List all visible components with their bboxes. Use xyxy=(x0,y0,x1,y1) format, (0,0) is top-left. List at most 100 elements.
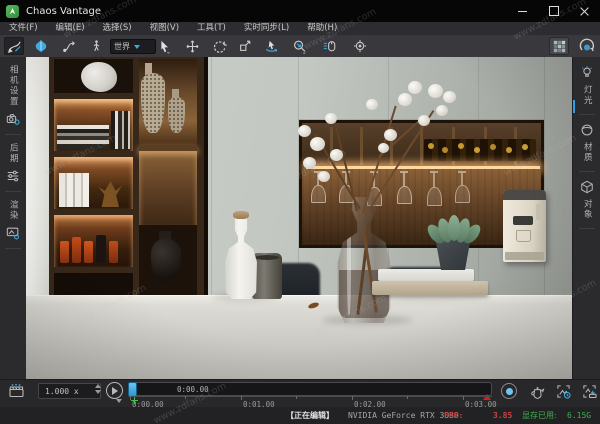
minimize-button[interactable] xyxy=(507,0,538,22)
bottle-cap xyxy=(233,211,249,219)
record-button[interactable] xyxy=(501,383,517,399)
tab-render[interactable]: 渲染 xyxy=(0,192,26,248)
reset-orbit-icon xyxy=(579,38,595,54)
menu-view[interactable]: 视图(V) xyxy=(141,22,188,35)
status-fps-label: FPS: xyxy=(444,407,463,424)
spline-tool-button[interactable] xyxy=(4,37,24,55)
object-cube-icon xyxy=(580,180,594,194)
mouse-icon xyxy=(322,39,337,53)
succulent xyxy=(426,215,482,245)
reset-orbit-button[interactable] xyxy=(577,37,597,55)
menu-tools[interactable]: 工具(T) xyxy=(188,22,235,35)
chevron-down-icon xyxy=(134,45,140,49)
book xyxy=(372,281,488,295)
tab-camera-settings[interactable]: 相机设置 xyxy=(0,57,26,134)
status-gpu: NVIDIA GeForce RTX 3080 xyxy=(348,407,459,424)
material-sphere-icon xyxy=(580,123,594,137)
window-title: Chaos Vantage xyxy=(26,6,101,17)
zoom-lens-button[interactable] xyxy=(289,37,309,55)
book xyxy=(378,269,474,281)
play-icon xyxy=(112,387,118,395)
leaf-icon xyxy=(34,39,48,53)
status-memory-value: 6.15G xyxy=(567,407,591,424)
spline-tool-icon xyxy=(7,39,22,54)
toolbar: 世界 xyxy=(0,35,600,58)
tab-lights[interactable]: 灯光 xyxy=(573,57,600,114)
timeline-bar: 1.000 x 0:00.00 0:00.00 0:01.00 0:02.00 … xyxy=(0,379,600,408)
mouse-speed-button[interactable] xyxy=(319,37,339,55)
menu-select[interactable]: 选择(S) xyxy=(94,22,141,35)
animation-clapper-button[interactable] xyxy=(6,382,26,400)
camera-settings-icon xyxy=(6,112,20,126)
cotton-puff xyxy=(298,125,311,137)
right-panel: 灯光 材质 对象 xyxy=(572,57,600,379)
material-grid-button[interactable] xyxy=(549,37,569,55)
close-icon xyxy=(580,6,590,16)
divider xyxy=(5,248,21,249)
status-bar: 【正在编辑】 NVIDIA GeForce RTX 3080 FPS: 3.85… xyxy=(0,407,600,424)
play-options-chevron[interactable] xyxy=(116,399,122,403)
viewport[interactable] xyxy=(26,57,572,379)
orbit-cursor-icon xyxy=(264,39,279,54)
tab-render-label: 渲染 xyxy=(9,200,18,221)
title-bar: Chaos Vantage xyxy=(0,0,600,22)
app-logo-icon xyxy=(6,5,19,18)
menu-file[interactable]: 文件(F) xyxy=(0,22,47,35)
tab-post-processing[interactable]: 后期 xyxy=(0,135,26,191)
bookshelf xyxy=(49,57,208,297)
menu-help[interactable]: 帮助(H) xyxy=(298,22,346,35)
tab-lights-label: 灯光 xyxy=(583,85,592,106)
cursor-icon xyxy=(157,39,171,54)
close-button[interactable] xyxy=(569,0,600,22)
vray-scene-button[interactable] xyxy=(31,37,51,55)
timeline-playhead[interactable] xyxy=(128,382,137,397)
coffee-machine xyxy=(503,190,546,262)
record-dot-icon xyxy=(506,388,513,395)
motion-path-icon xyxy=(63,39,77,53)
move-icon xyxy=(185,39,200,54)
left-panel: 相机设置 后期 渲染 xyxy=(0,57,27,379)
minimize-icon xyxy=(518,11,527,12)
render-sequence-button[interactable] xyxy=(579,382,599,400)
menu-bar: 文件(F) 编辑(E) 选择(S) 视图(V) 工具(T) 实时同步(L) 帮助… xyxy=(0,22,600,36)
playback-speed-input[interactable]: 1.000 x xyxy=(38,383,101,399)
light-bulb-icon xyxy=(580,65,594,80)
app-window: Chaos Vantage 文件(F) 编辑(E) 选择(S) 视图(V) 工具… xyxy=(0,0,600,424)
snapshot-clock-icon xyxy=(555,384,572,399)
rotate-tool-button[interactable] xyxy=(209,37,229,55)
timeline-track[interactable]: 0:00.00 xyxy=(130,382,492,396)
scale-tool-button[interactable] xyxy=(235,37,255,55)
playback-speed-value: 1.000 x xyxy=(45,387,79,396)
speed-spinner[interactable] xyxy=(95,384,101,394)
focus-target-icon xyxy=(353,39,367,53)
post-sliders-icon xyxy=(6,169,20,183)
render-button[interactable] xyxy=(527,382,547,400)
status-memory-label: 显存已用: xyxy=(522,407,557,424)
focus-target-button[interactable] xyxy=(350,37,370,55)
move-tool-button[interactable] xyxy=(182,37,202,55)
walk-mode-button[interactable] xyxy=(86,37,106,55)
divider xyxy=(579,228,595,229)
menu-livesync[interactable]: 实时同步(L) xyxy=(235,22,298,35)
status-mode: 【正在编辑】 xyxy=(286,407,334,424)
snapshot-button[interactable] xyxy=(553,382,573,400)
menu-edit[interactable]: 编辑(E) xyxy=(47,22,94,35)
play-button[interactable] xyxy=(106,382,123,399)
clapperboard-icon xyxy=(8,383,25,399)
tab-materials-label: 材质 xyxy=(583,142,592,163)
lens-zoom-icon xyxy=(292,39,307,54)
orbit-camera-button[interactable] xyxy=(261,37,281,55)
tab-materials[interactable]: 材质 xyxy=(573,115,600,171)
scale-icon xyxy=(238,39,252,53)
render-gear-icon xyxy=(6,226,20,240)
maximize-button[interactable] xyxy=(538,0,569,22)
select-tool-button[interactable] xyxy=(154,37,174,55)
motion-path-button[interactable] xyxy=(60,37,80,55)
table xyxy=(26,295,572,379)
status-fps-value: 3.85 xyxy=(493,407,512,424)
tab-objects[interactable]: 对象 xyxy=(573,172,600,228)
tab-post-label: 后期 xyxy=(9,143,18,164)
maximize-icon xyxy=(549,6,559,16)
rotate-icon xyxy=(212,39,227,54)
world-axis-select[interactable]: 世界 xyxy=(110,39,156,54)
